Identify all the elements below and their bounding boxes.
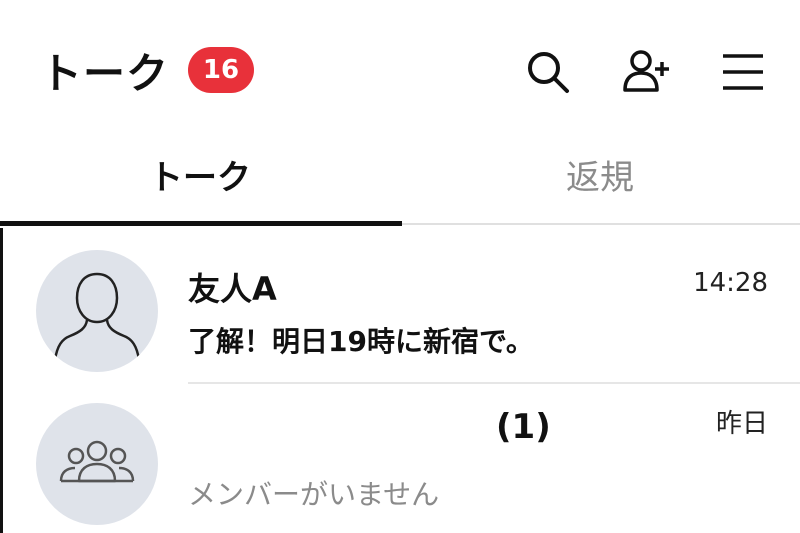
avatar (36, 250, 158, 372)
chat-list: 友人A 14:28 了解！明日19時に新宿で。 (1) 昨日 メンバーがいません (0, 228, 800, 533)
page-title: トーク (40, 49, 170, 98)
active-tab-indicator (0, 221, 402, 226)
unread-badge: 16 (188, 47, 254, 93)
add-friend-button[interactable] (618, 44, 674, 100)
chat-preview: 了解！明日19時に新宿で。 (188, 325, 534, 358)
search-button[interactable] (520, 44, 576, 100)
add-friend-icon (623, 50, 669, 92)
menu-button[interactable] (715, 44, 771, 100)
talk-screen: トーク 16 トーク 返規 友人A 14:28 了解！明日19時に新宿で。 (1… (0, 0, 800, 533)
menu-icon (723, 54, 763, 90)
list-left-border (0, 228, 3, 533)
chat-time: 昨日 (715, 409, 768, 439)
tab-news[interactable]: 返規 (400, 150, 800, 200)
person-avatar-icon (53, 272, 141, 361)
tab-talk[interactable]: トーク (0, 150, 400, 200)
search-icon (528, 52, 569, 93)
chat-name: 友人A (188, 270, 277, 308)
member-count: (1) (496, 407, 551, 447)
chat-time: 14:28 (693, 268, 768, 298)
chat-row-friend-a[interactable]: 友人A 14:28 了解！明日19時に新宿で。 (0, 228, 800, 384)
chat-preview: メンバーがいません (188, 478, 440, 511)
header: トーク 16 (0, 0, 800, 135)
avatar (36, 403, 158, 525)
group-avatar-icon (59, 440, 135, 483)
chat-row-empty-group[interactable]: (1) 昨日 メンバーがいません (0, 383, 800, 533)
